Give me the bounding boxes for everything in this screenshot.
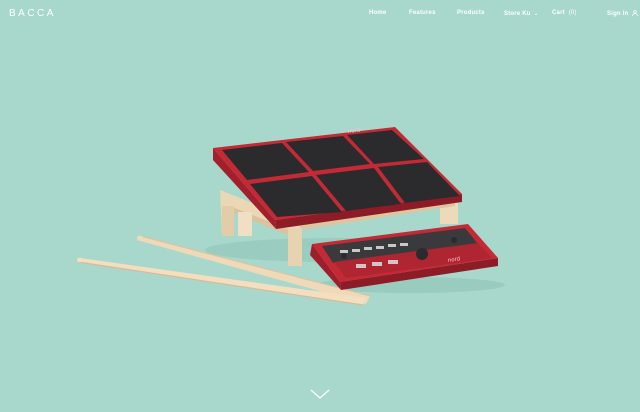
chevron-down-icon[interactable]: [309, 388, 331, 400]
hero-product-image: nord nord: [77, 127, 505, 306]
